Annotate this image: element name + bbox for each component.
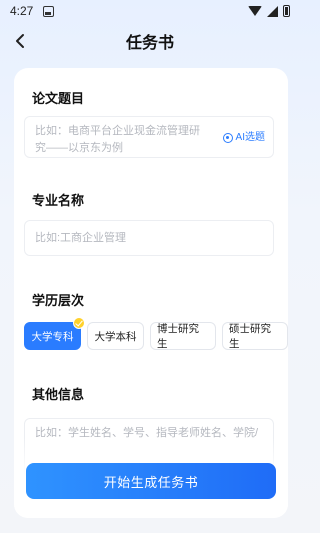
education-heading: 学历层次 <box>24 284 85 309</box>
thesis-title-label: 论文题目 <box>32 91 85 106</box>
start-generate-label: 开始生成任务书 <box>103 474 199 490</box>
education-option-associate[interactable]: 大学专科 <box>24 317 85 350</box>
wifi-icon <box>248 6 262 16</box>
image-notification-icon <box>43 5 55 17</box>
education-option-bachelor[interactable]: 大学本科 <box>87 322 144 350</box>
status-bar: 4:27 <box>0 0 300 22</box>
option-label: 硕士研究生 <box>229 323 271 350</box>
status-time: 4:27 <box>10 4 34 18</box>
option-label: 博士研究生 <box>157 323 199 350</box>
option-label: 大学专科 <box>31 330 74 343</box>
signal-icon <box>267 5 278 17</box>
other-info-heading: 其他信息 <box>24 378 85 403</box>
form-card: 论文题目 比如：电商平台企业现金流管理研究——以京东为例 AI选题 专业名称 比… <box>14 68 288 518</box>
thesis-title-heading: 论文题目 <box>24 82 85 107</box>
ai-target-icon <box>222 132 233 143</box>
education-options: 大学专科 大学本科 博士研究生 硕士研究生 <box>24 317 288 350</box>
major-placeholder: 比如:工商企业管理 <box>35 232 127 244</box>
ai-topic-button[interactable]: AI选题 <box>222 129 265 146</box>
header: 任务书 <box>0 26 300 56</box>
education-option-doctorate[interactable]: 博士研究生 <box>150 322 216 350</box>
major-input[interactable]: 比如:工商企业管理 <box>24 220 274 256</box>
education-label: 学历层次 <box>32 293 85 308</box>
ai-topic-label: AI选题 <box>235 132 265 143</box>
page-title: 任务书 <box>125 35 174 52</box>
thesis-title-placeholder: 比如：电商平台企业现金流管理研究——以京东为例 <box>35 125 200 154</box>
other-info-label: 其他信息 <box>32 387 85 402</box>
major-heading: 专业名称 <box>24 184 85 209</box>
major-label: 专业名称 <box>32 193 85 208</box>
thesis-title-input[interactable]: 比如：电商平台企业现金流管理研究——以京东为例 AI选题 <box>24 116 274 158</box>
battery-icon <box>283 5 290 17</box>
back-arrow-icon[interactable] <box>12 32 30 50</box>
option-label: 大学本科 <box>94 330 137 343</box>
checkmark-icon <box>73 317 85 329</box>
status-indicators <box>248 5 290 17</box>
start-generate-button[interactable]: 开始生成任务书 <box>26 463 276 499</box>
education-option-master[interactable]: 硕士研究生 <box>222 322 288 350</box>
